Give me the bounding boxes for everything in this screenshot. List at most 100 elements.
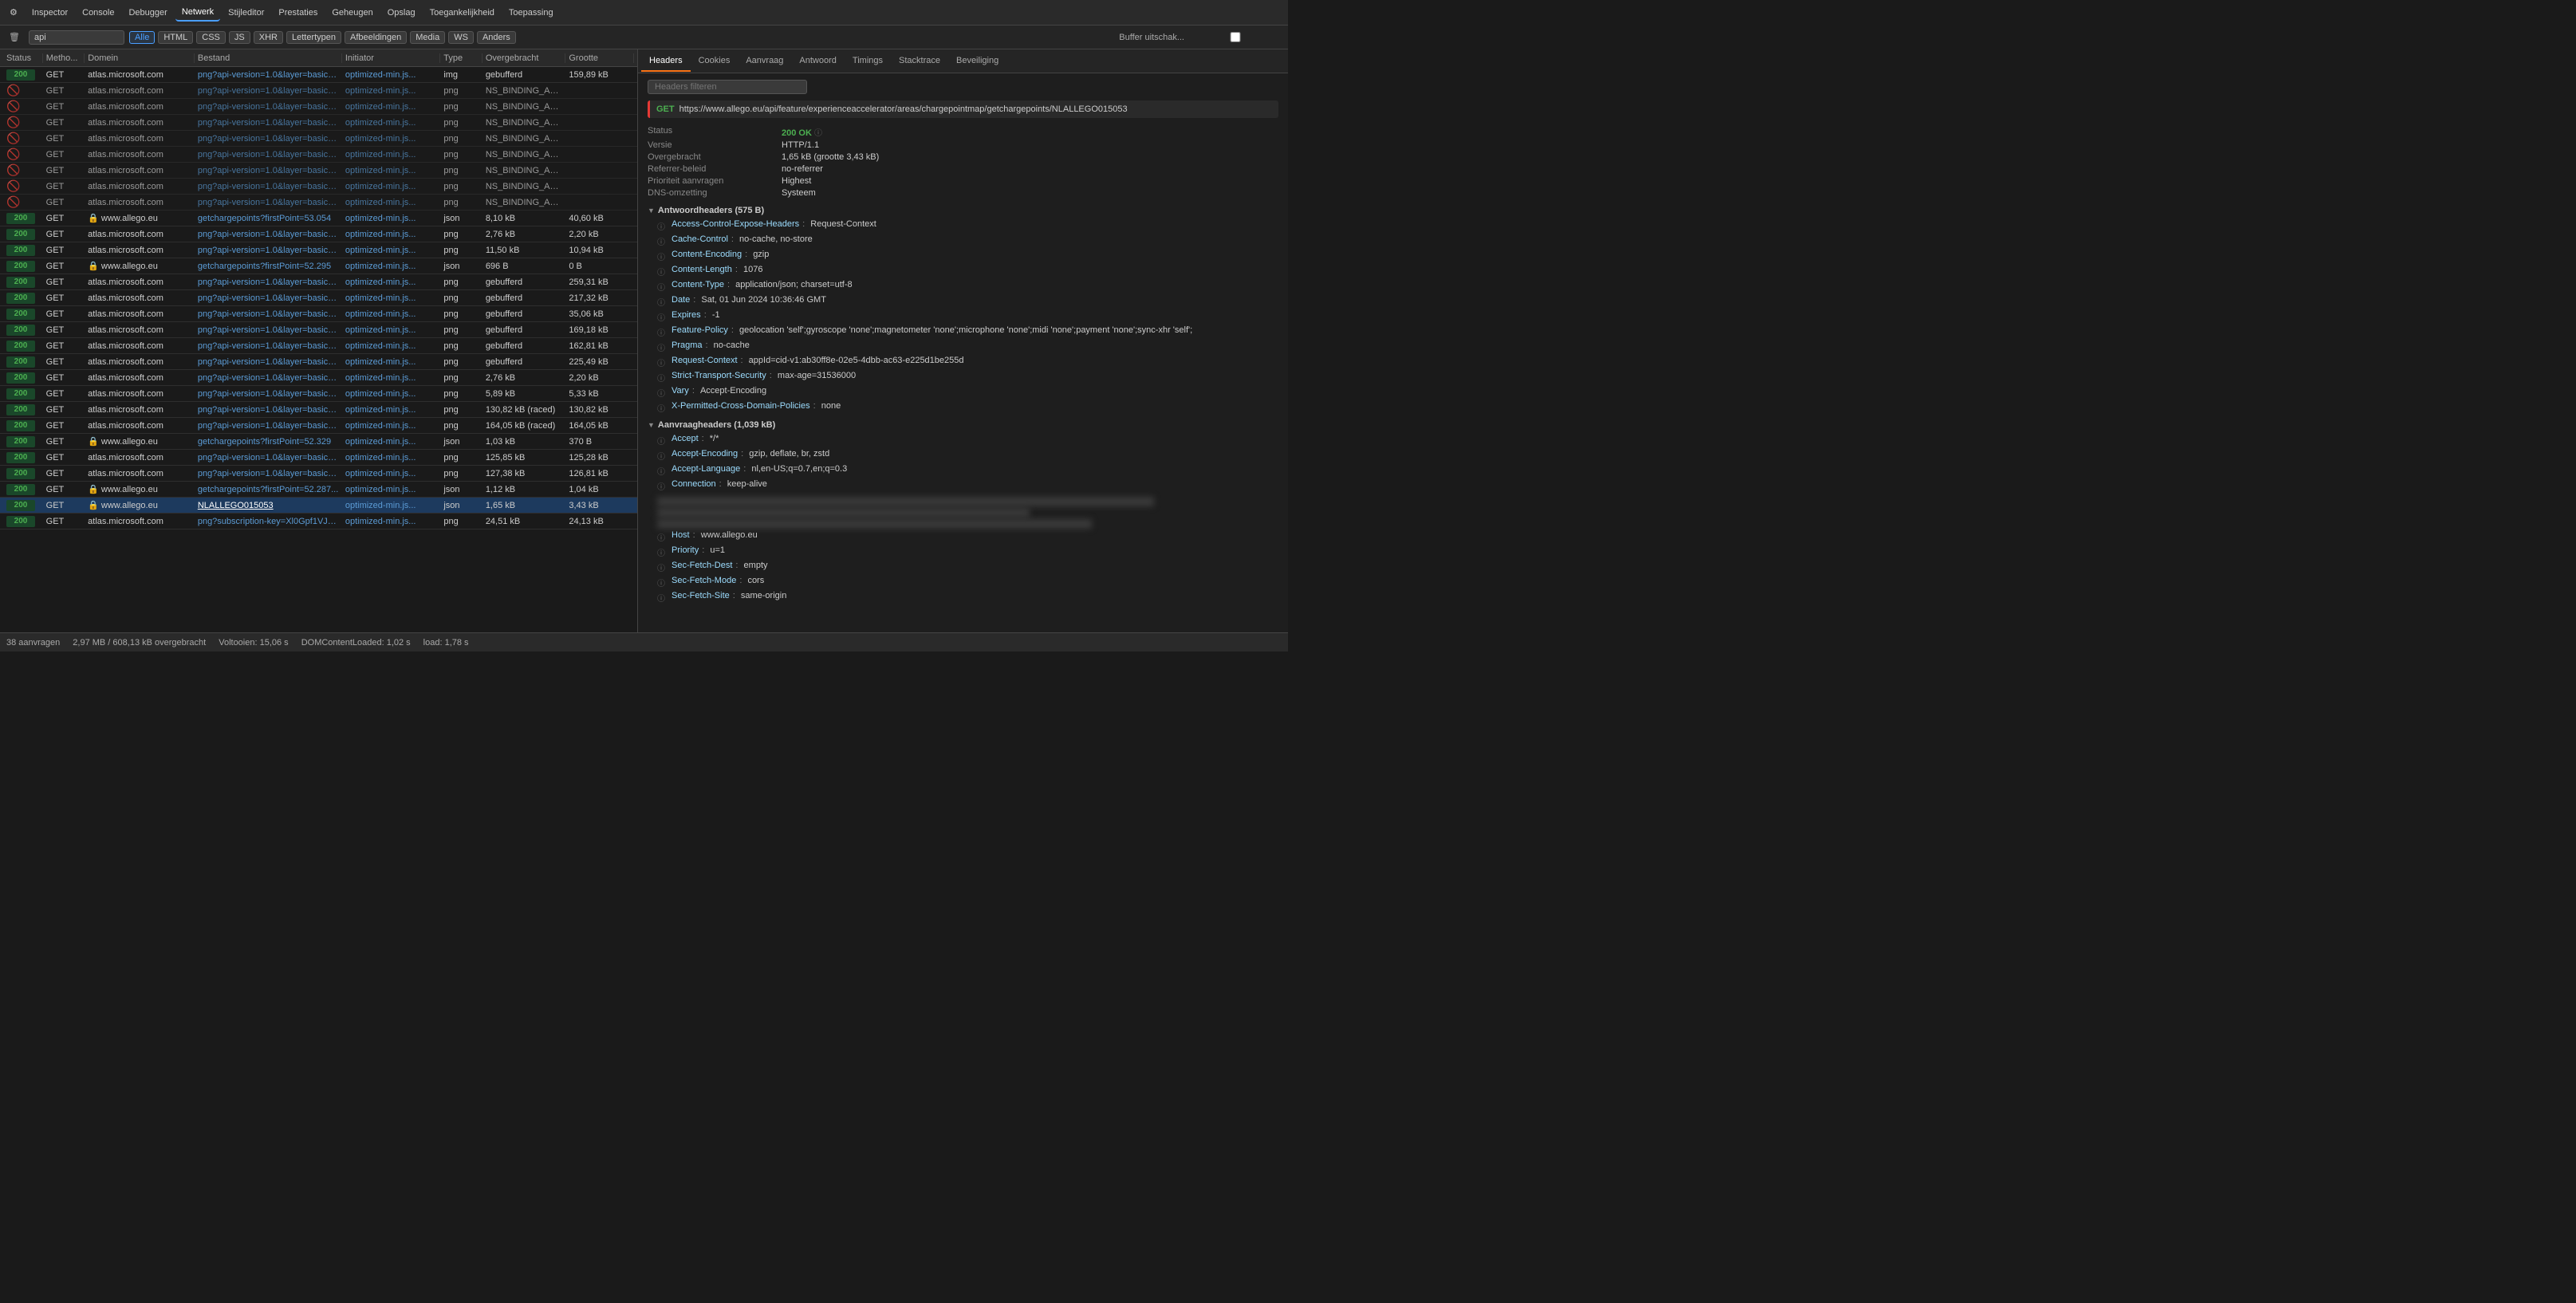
filter-tag-alle[interactable]: Alle [129,31,155,44]
table-row[interactable]: 200GETatlas.microsoft.compng?api-version… [0,370,637,386]
table-row[interactable]: 🚫GETatlas.microsoft.compng?api-version=1… [0,83,637,99]
file-cell[interactable]: png?api-version=1.0&layer=basic&... [195,469,342,478]
search-input[interactable] [29,30,124,45]
file-cell[interactable]: png?api-version=1.0&layer=basic&... [195,405,342,415]
table-row[interactable]: 🚫GETatlas.microsoft.compng?api-version=1… [0,115,637,131]
filter-tag-html[interactable]: HTML [158,31,193,44]
table-row[interactable]: 200GETatlas.microsoft.compng?api-version… [0,67,637,83]
file-cell[interactable]: png?api-version=1.0&layer=basic&... [195,166,342,175]
toolbar-btn-toepassing[interactable]: Toepassing [502,4,560,22]
summary-key: Status [648,126,775,138]
detail-tab-timings[interactable]: Timings [845,51,891,72]
file-cell[interactable]: png?api-version=1.0&layer=basic&... [195,230,342,239]
toolbar-btn-console[interactable]: Console [76,4,120,22]
table-row[interactable]: 🚫GETatlas.microsoft.compng?api-version=1… [0,131,637,147]
transferred-cell: gebufferd [483,293,566,303]
file-cell[interactable]: png?api-version=1.0&layer=basic&... [195,453,342,463]
toolbar-btn-debugger[interactable]: Debugger [122,4,173,22]
table-row[interactable]: 200GETatlas.microsoft.compng?api-version… [0,242,637,258]
table-row[interactable]: 200GETatlas.microsoft.compng?api-version… [0,418,637,434]
file-cell[interactable]: png?api-version=1.0&layer=basic&... [195,278,342,287]
table-row[interactable]: 200GET🔒 www.allego.eugetchargepoints?fir… [0,434,637,450]
file-cell[interactable]: png?api-version=1.0&layer=basic&... [195,246,342,255]
file-cell[interactable]: png?api-version=1.0&layer=basic&... [195,357,342,367]
file-cell[interactable]: png?api-version=1.0&layer=basic&... [195,421,342,431]
table-row[interactable]: 200GETatlas.microsoft.compng?api-version… [0,338,637,354]
domain-cell: atlas.microsoft.com [85,278,195,287]
initiator-cell: optimized-min.js... [342,198,440,207]
file-cell[interactable]: png?api-version=1.0&layer=basic&... [195,341,342,351]
filter-tag-ws[interactable]: WS [448,31,474,44]
filter-tag-anders[interactable]: Anders [477,31,516,44]
table-row[interactable]: 200GETatlas.microsoft.compng?api-version… [0,322,637,338]
filter-tag-afbeeldingen[interactable]: Afbeeldingen [345,31,407,44]
table-row[interactable]: 🚫GETatlas.microsoft.compng?api-version=1… [0,179,637,195]
file-cell[interactable]: png?api-version=1.0&layer=basic&... [195,102,342,112]
request-headers-section[interactable]: ▼ Aanvraagheaders (1,039 kB) [648,420,1278,430]
filter-tag-xhr[interactable]: XHR [254,31,283,44]
clear-button[interactable]: 🗑 [5,30,24,44]
file-cell[interactable]: png?api-version=1.0&layer=basic&... [195,70,342,80]
table-row[interactable]: 200GETatlas.microsoft.compng?api-version… [0,386,637,402]
table-row[interactable]: 200GETatlas.microsoft.compng?api-version… [0,354,637,370]
file-cell[interactable]: png?api-version=1.0&layer=basic&... [195,86,342,96]
detail-tab-beveiliging[interactable]: Beveiliging [948,51,1006,72]
file-cell[interactable]: png?api-version=1.0&layer=basic&... [195,325,342,335]
file-cell[interactable]: NLALLEGO015053 [195,501,342,510]
toolbar-btn-prestaties[interactable]: Prestaties [272,4,324,22]
type-cell: png [440,150,482,159]
file-cell[interactable]: png?subscription-key=Xl0Gpf1VJ1c... [195,517,342,526]
type-cell: png [440,86,482,96]
header-question-icon: ⓘ [657,592,668,604]
file-cell[interactable]: png?api-version=1.0&layer=basic&... [195,389,342,399]
table-row[interactable]: 200GETatlas.microsoft.compng?api-version… [0,306,637,322]
toolbar-btn-geheugen[interactable]: Geheugen [325,4,379,22]
toolbar-btn-inspector[interactable]: Inspector [26,4,74,22]
table-row[interactable]: 200GET🔒 www.allego.eugetchargepoints?fir… [0,258,637,274]
table-row[interactable]: 200GETatlas.microsoft.compng?api-version… [0,274,637,290]
detail-tab-aanvraag[interactable]: Aanvraag [738,51,791,72]
table-row[interactable]: 🚫GETatlas.microsoft.compng?api-version=1… [0,147,637,163]
file-cell[interactable]: png?api-version=1.0&layer=basic&... [195,293,342,303]
response-headers-section[interactable]: ▼ Antwoordheaders (575 B) [648,206,1278,215]
file-cell[interactable]: png?api-version=1.0&layer=basic&... [195,150,342,159]
detail-tab-stacktrace[interactable]: Stacktrace [891,51,948,72]
table-row[interactable]: 200GETatlas.microsoft.compng?api-version… [0,226,637,242]
file-cell[interactable]: png?api-version=1.0&layer=basic&... [195,373,342,383]
toolbar-btn-opslag[interactable]: Opslag [381,4,422,22]
toolbar-btn-netwerk[interactable]: Netwerk [175,4,220,22]
file-cell[interactable]: getchargepoints?firstPoint=52.329 [195,437,342,447]
detail-tab-headers[interactable]: Headers [641,51,691,72]
filter-tag-js[interactable]: JS [229,31,250,44]
toolbar-btn-toegankelijkheid[interactable]: Toegankelijkheid [423,4,501,22]
filter-headers-input[interactable] [648,80,807,94]
file-cell[interactable]: png?api-version=1.0&layer=basic&... [195,182,342,191]
table-row[interactable]: 200GET🔒 www.allego.euNLALLEGO015053optim… [0,498,637,514]
devtools-menu[interactable]: ⚙ [3,4,24,21]
file-cell[interactable]: getchargepoints?firstPoint=52.295 [195,262,342,271]
table-row[interactable]: 200GETatlas.microsoft.compng?subscriptio… [0,514,637,529]
file-cell[interactable]: png?api-version=1.0&layer=basic&... [195,309,342,319]
buffer-checkbox[interactable] [1188,32,1283,42]
detail-tab-cookies[interactable]: Cookies [691,51,739,72]
header-value: same-origin [741,591,786,600]
table-row[interactable]: 🚫GETatlas.microsoft.compng?api-version=1… [0,99,637,115]
table-row[interactable]: 200GETatlas.microsoft.compng?api-version… [0,450,637,466]
file-cell[interactable]: png?api-version=1.0&layer=basic&... [195,134,342,144]
file-cell[interactable]: png?api-version=1.0&layer=basic&... [195,198,342,207]
file-cell[interactable]: getchargepoints?firstPoint=52.287... [195,485,342,494]
filter-tag-media[interactable]: Media [410,31,445,44]
detail-tab-antwoord[interactable]: Antwoord [791,51,844,72]
table-row[interactable]: 200GETatlas.microsoft.compng?api-version… [0,290,637,306]
filter-tag-lettertypen[interactable]: Lettertypen [286,31,341,44]
table-row[interactable]: 🚫GETatlas.microsoft.compng?api-version=1… [0,195,637,211]
table-row[interactable]: 200GETatlas.microsoft.compng?api-version… [0,402,637,418]
table-row[interactable]: 200GET🔒 www.allego.eugetchargepoints?fir… [0,482,637,498]
file-cell[interactable]: getchargepoints?firstPoint=53.054 [195,214,342,223]
toolbar-btn-stijleditor[interactable]: Stijleditor [222,4,270,22]
table-row[interactable]: 🚫GETatlas.microsoft.compng?api-version=1… [0,163,637,179]
table-row[interactable]: 200GETatlas.microsoft.compng?api-version… [0,466,637,482]
table-row[interactable]: 200GET🔒 www.allego.eugetchargepoints?fir… [0,211,637,226]
file-cell[interactable]: png?api-version=1.0&layer=basic&... [195,118,342,128]
filter-tag-css[interactable]: CSS [196,31,226,44]
